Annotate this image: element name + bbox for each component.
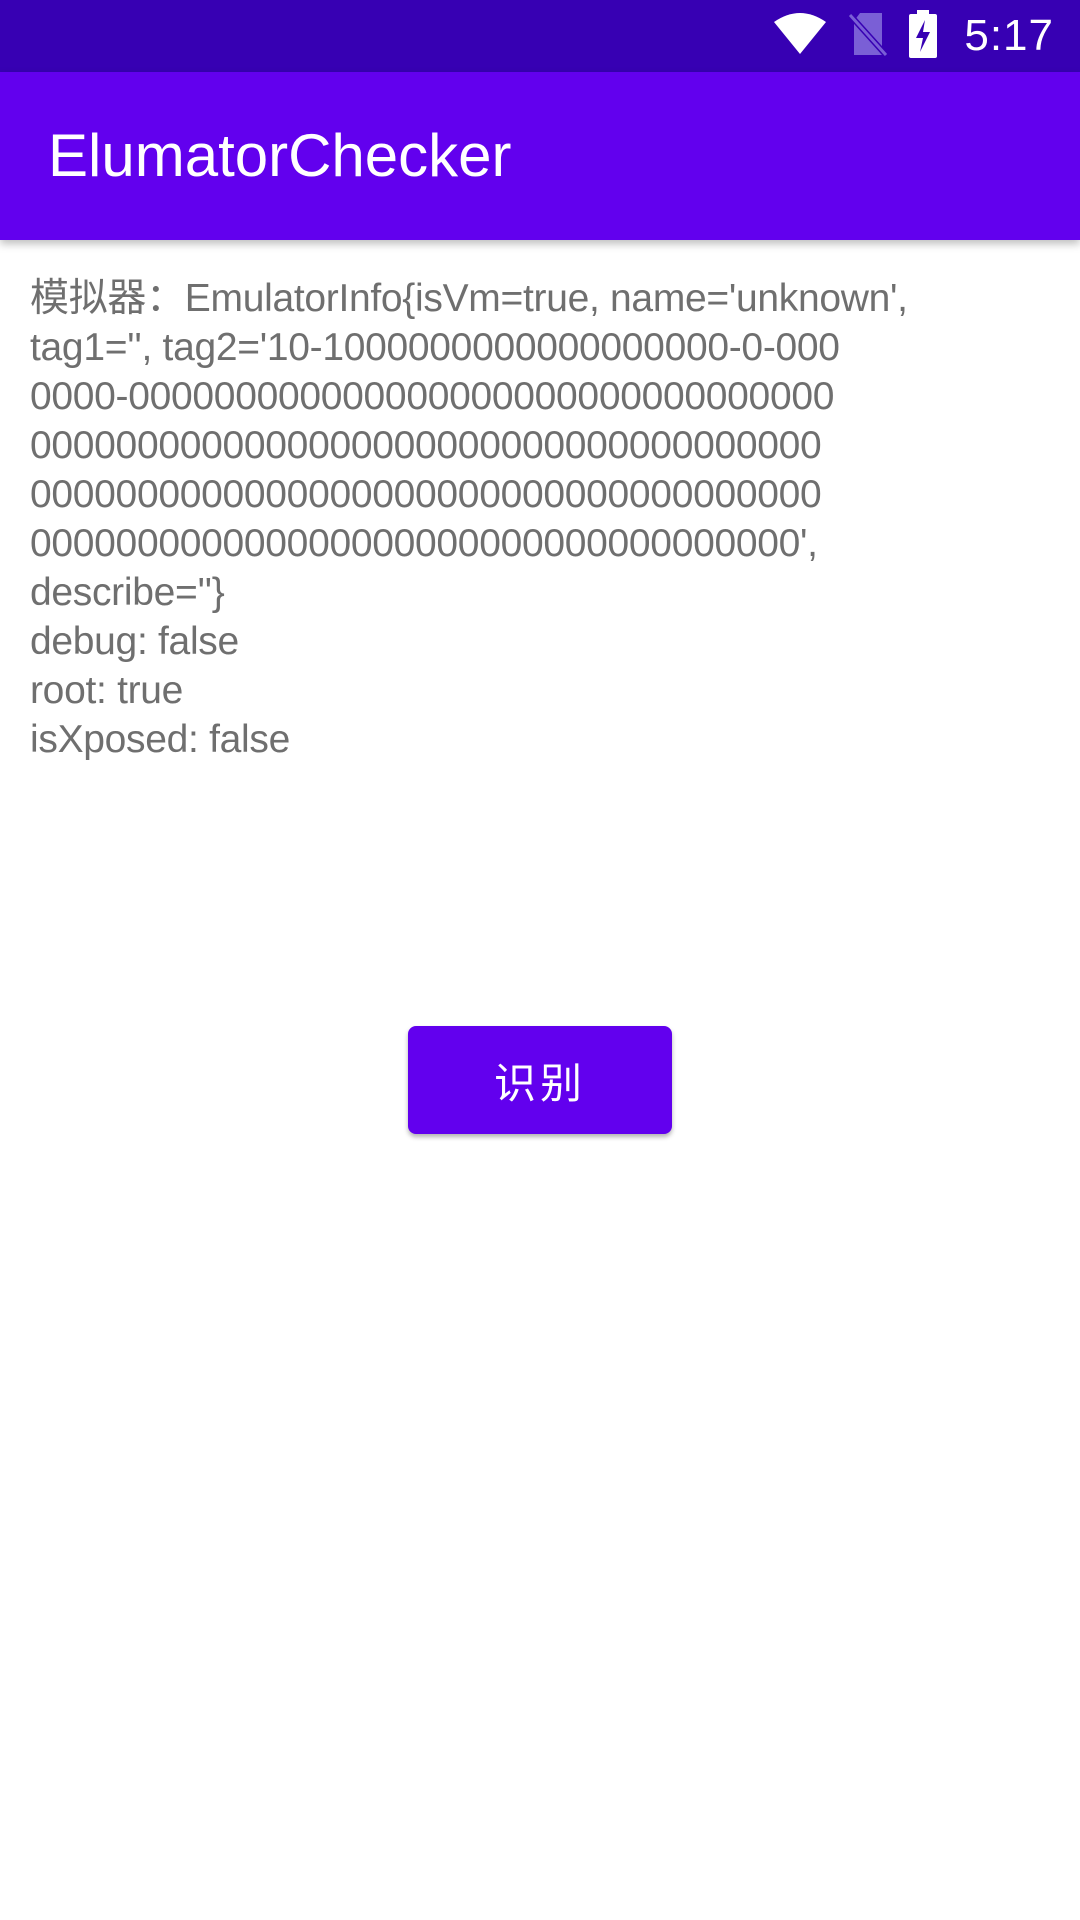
- debug-status-line: debug: false: [30, 620, 239, 663]
- result-line: 0000000000000000000000000000000000000: [30, 424, 822, 467]
- root-status-line: root: true: [30, 669, 184, 712]
- result-text: 模拟器：EmulatorInfo{isVm=true, name='unknow…: [30, 274, 1050, 764]
- app-title: ElumatorChecker: [48, 122, 512, 189]
- wifi-icon: [772, 12, 828, 61]
- result-line: describe=''}: [30, 571, 225, 614]
- result-line: 0000000000000000000000000000000000000: [30, 473, 822, 516]
- result-line: tag1='', tag2='10-1000000000000000000-0-…: [30, 326, 840, 369]
- app-bar: ElumatorChecker: [0, 72, 1080, 240]
- xposed-status-line: isXposed: false: [30, 718, 290, 761]
- no-sim-icon: [848, 11, 889, 62]
- status-bar: 5:17: [0, 0, 1080, 72]
- status-time: 5:17: [964, 11, 1054, 60]
- result-line: 模拟器：EmulatorInfo{isVm=true, name='unknow…: [30, 277, 908, 320]
- status-icons: 5:17: [772, 0, 1054, 72]
- result-line: 0000-000000000000000000000000000000000: [30, 375, 835, 418]
- result-line: 000000000000000000000000000000000000',: [30, 522, 818, 565]
- identify-button[interactable]: 识别: [408, 1026, 672, 1134]
- battery-charging-icon: [908, 9, 938, 63]
